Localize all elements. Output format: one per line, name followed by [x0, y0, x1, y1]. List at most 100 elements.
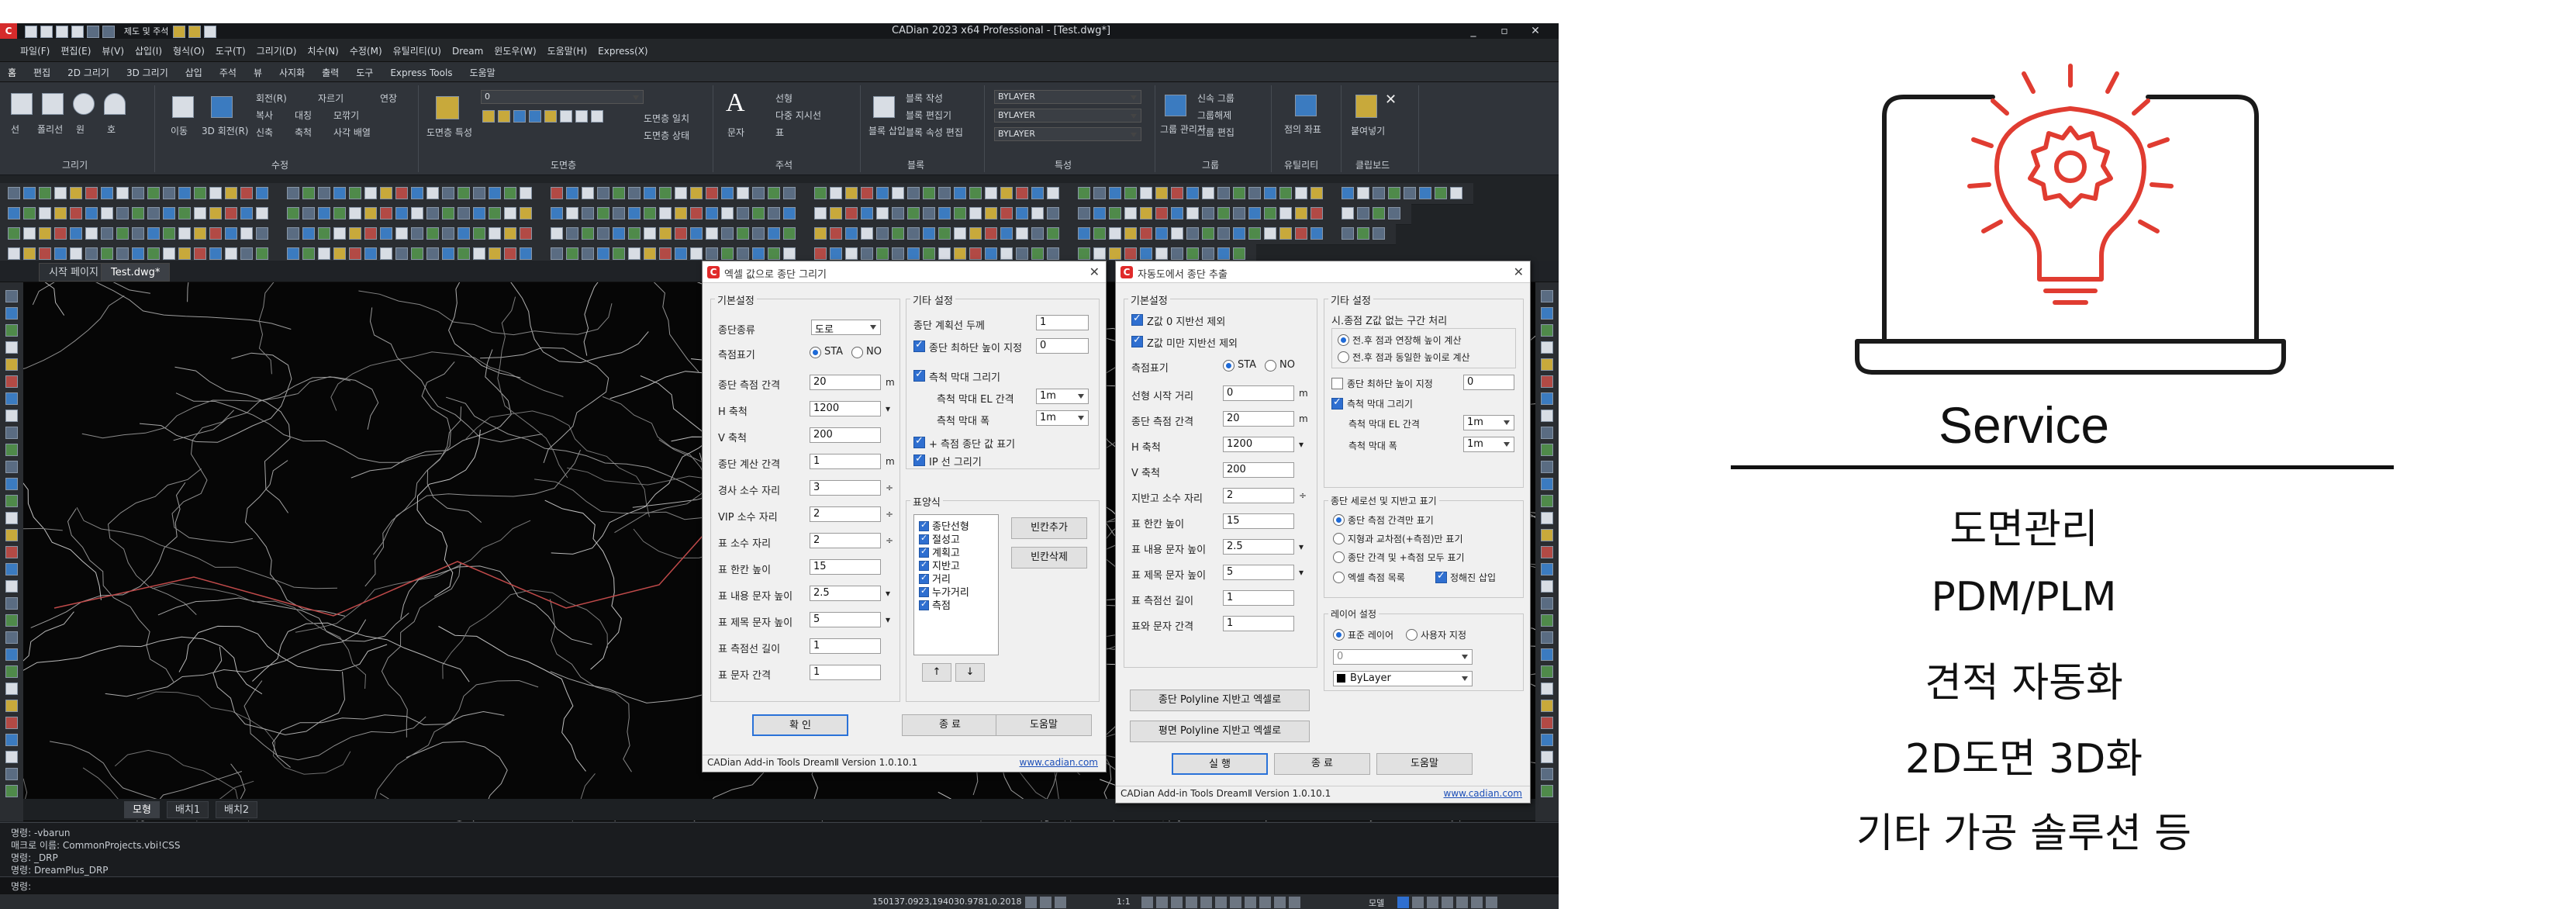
toolbar-tool-icon[interactable] — [380, 227, 392, 240]
axis-no-radio[interactable] — [851, 347, 863, 358]
toolbar-tool-icon[interactable] — [132, 207, 144, 219]
side-tool-icon[interactable] — [5, 785, 18, 797]
mleader-label[interactable]: 다중 지시선 — [775, 109, 821, 122]
scale-bar2-checkbox[interactable] — [1331, 396, 1343, 410]
side-tool-icon[interactable] — [5, 375, 18, 388]
side-tool-icon[interactable] — [5, 444, 18, 456]
toolbar-tool-icon[interactable] — [302, 247, 315, 260]
menu-modify[interactable]: 수정(M) — [350, 46, 382, 57]
side-tool-icon[interactable] — [1541, 529, 1553, 541]
toolbar-tool-icon[interactable] — [861, 247, 873, 260]
toolbar-tool-icon[interactable] — [582, 227, 594, 240]
new-icon[interactable] — [25, 25, 37, 38]
toolbar-tool-icon[interactable] — [395, 247, 408, 260]
side-tool-icon[interactable] — [1541, 648, 1553, 661]
toolbar-tool-icon[interactable] — [1171, 227, 1183, 240]
layer-properties-icon[interactable] — [436, 96, 459, 119]
help2-button[interactable]: 도움말 — [1376, 753, 1473, 775]
menu-dimension[interactable]: 치수(N) — [307, 46, 338, 57]
scale-bar-checkbox[interactable] — [913, 368, 925, 382]
side-tool-icon[interactable] — [5, 614, 18, 627]
tab-express-tools[interactable]: Express Tools — [390, 67, 452, 78]
layer-tool-icon[interactable] — [498, 110, 510, 123]
scale-el2-select[interactable]: 1m — [1463, 415, 1514, 430]
toolbar-tool-icon[interactable] — [8, 187, 20, 199]
list-item-checkbox[interactable] — [919, 572, 929, 584]
toolbar-tool-icon[interactable] — [1016, 247, 1028, 260]
toolbar-tool-icon[interactable] — [892, 187, 904, 199]
toolbar-tool-icon[interactable] — [256, 247, 268, 260]
block-attr-label[interactable]: 블록 속성 편집 — [906, 126, 963, 139]
minimize-button[interactable]: _ — [1458, 23, 1489, 39]
side-tool-icon[interactable] — [1541, 444, 1553, 456]
transparency-icon[interactable] — [1200, 897, 1212, 908]
menu-tools[interactable]: 도구(T) — [216, 46, 246, 57]
toolbar-tool-icon[interactable] — [178, 247, 191, 260]
side-tool-icon[interactable] — [1541, 461, 1553, 473]
toolbar-tool-icon[interactable] — [690, 187, 703, 199]
toolbar-tool-icon[interactable] — [411, 187, 423, 199]
toolbar-tool-icon[interactable] — [1388, 187, 1400, 199]
toolbar-tool-icon[interactable] — [752, 207, 765, 219]
layer-tool-icon[interactable] — [482, 110, 495, 123]
toolbar-tool-icon[interactable] — [1202, 247, 1214, 260]
toolbar-tool-icon[interactable] — [969, 187, 982, 199]
website-link[interactable]: www.cadian.com — [1020, 757, 1098, 768]
toolbar-tool-icon[interactable] — [1124, 247, 1137, 260]
toolbar-tool-icon[interactable] — [489, 207, 501, 219]
toolbar-tool-icon[interactable] — [225, 227, 237, 240]
toolbar-tool-icon[interactable] — [551, 227, 563, 240]
toolbar-tool-icon[interactable] — [1419, 187, 1431, 199]
toolbar-tool-icon[interactable] — [1233, 187, 1245, 199]
stretch-label[interactable]: 신축 — [256, 126, 273, 139]
side-tool-icon[interactable] — [5, 665, 18, 678]
toolbar-tool-icon[interactable] — [23, 247, 36, 260]
toolbar-tool-icon[interactable] — [54, 207, 67, 219]
menu-insert[interactable]: 삽입(I) — [135, 46, 162, 57]
toolbar-tool-icon[interactable] — [814, 247, 827, 260]
toolbar-tool-icon[interactable] — [954, 247, 966, 260]
toolbar-tool-icon[interactable] — [1093, 247, 1106, 260]
side-tool-icon[interactable] — [1541, 495, 1553, 507]
toolbar-tool-icon[interactable] — [194, 207, 206, 219]
toolbar-tool-icon[interactable] — [1124, 207, 1137, 219]
side-tool-icon[interactable] — [5, 392, 18, 405]
side-tool-icon[interactable] — [1541, 358, 1553, 371]
menu-utility[interactable]: 유틸리티(U) — [393, 46, 441, 57]
dialog2-field-input[interactable]: 1 — [1223, 590, 1294, 606]
layer-icon[interactable] — [173, 25, 186, 38]
toolbar-tool-icon[interactable] — [675, 227, 687, 240]
toolbar-tool-icon[interactable] — [54, 247, 67, 260]
toolbar-tool-icon[interactable] — [54, 187, 67, 199]
toolbar-tool-icon[interactable] — [364, 207, 377, 219]
list-item-checkbox[interactable] — [919, 546, 929, 558]
toolbar-tool-icon[interactable] — [23, 227, 36, 240]
toolbar-tool-icon[interactable] — [39, 247, 51, 260]
side-tool-icon[interactable] — [5, 648, 18, 661]
side-tool-icon[interactable] — [5, 700, 18, 712]
point-coords-icon[interactable] — [1295, 95, 1317, 116]
side-tool-icon[interactable] — [5, 290, 18, 302]
toolbar-tool-icon[interactable] — [364, 247, 377, 260]
toolbar-tool-icon[interactable] — [954, 187, 966, 199]
polyline-plan-excel-button[interactable]: 평면 Polyline 지반고 엑셀로 — [1130, 721, 1310, 742]
toolbar-tool-icon[interactable] — [349, 187, 361, 199]
toolbar-tool-icon[interactable] — [1155, 187, 1168, 199]
mirror-label[interactable]: 대칭 — [295, 109, 312, 122]
fillet-label[interactable]: 모깎기 — [333, 109, 359, 122]
dialog2-field-input[interactable]: 2 — [1223, 488, 1294, 503]
toolbar-tool-icon[interactable] — [1078, 227, 1090, 240]
toolbar-tool-icon[interactable] — [101, 227, 113, 240]
menu-help[interactable]: 도움말(H) — [547, 46, 588, 57]
toolbar-tool-icon[interactable] — [504, 227, 516, 240]
otrack-icon[interactable] — [1171, 897, 1183, 908]
toolbar-tool-icon[interactable] — [706, 187, 718, 199]
toolbar-tool-icon[interactable] — [845, 247, 858, 260]
toolbar-tool-icon[interactable] — [1357, 187, 1369, 199]
toolbar-tool-icon[interactable] — [1233, 207, 1245, 219]
toolbar-tool-icon[interactable] — [1078, 247, 1090, 260]
dialog1-field-input[interactable]: 1 — [810, 638, 881, 654]
toolbar-tool-icon[interactable] — [1016, 187, 1028, 199]
toolbar-tool-icon[interactable] — [23, 207, 36, 219]
toolbar-tool-icon[interactable] — [768, 227, 780, 240]
